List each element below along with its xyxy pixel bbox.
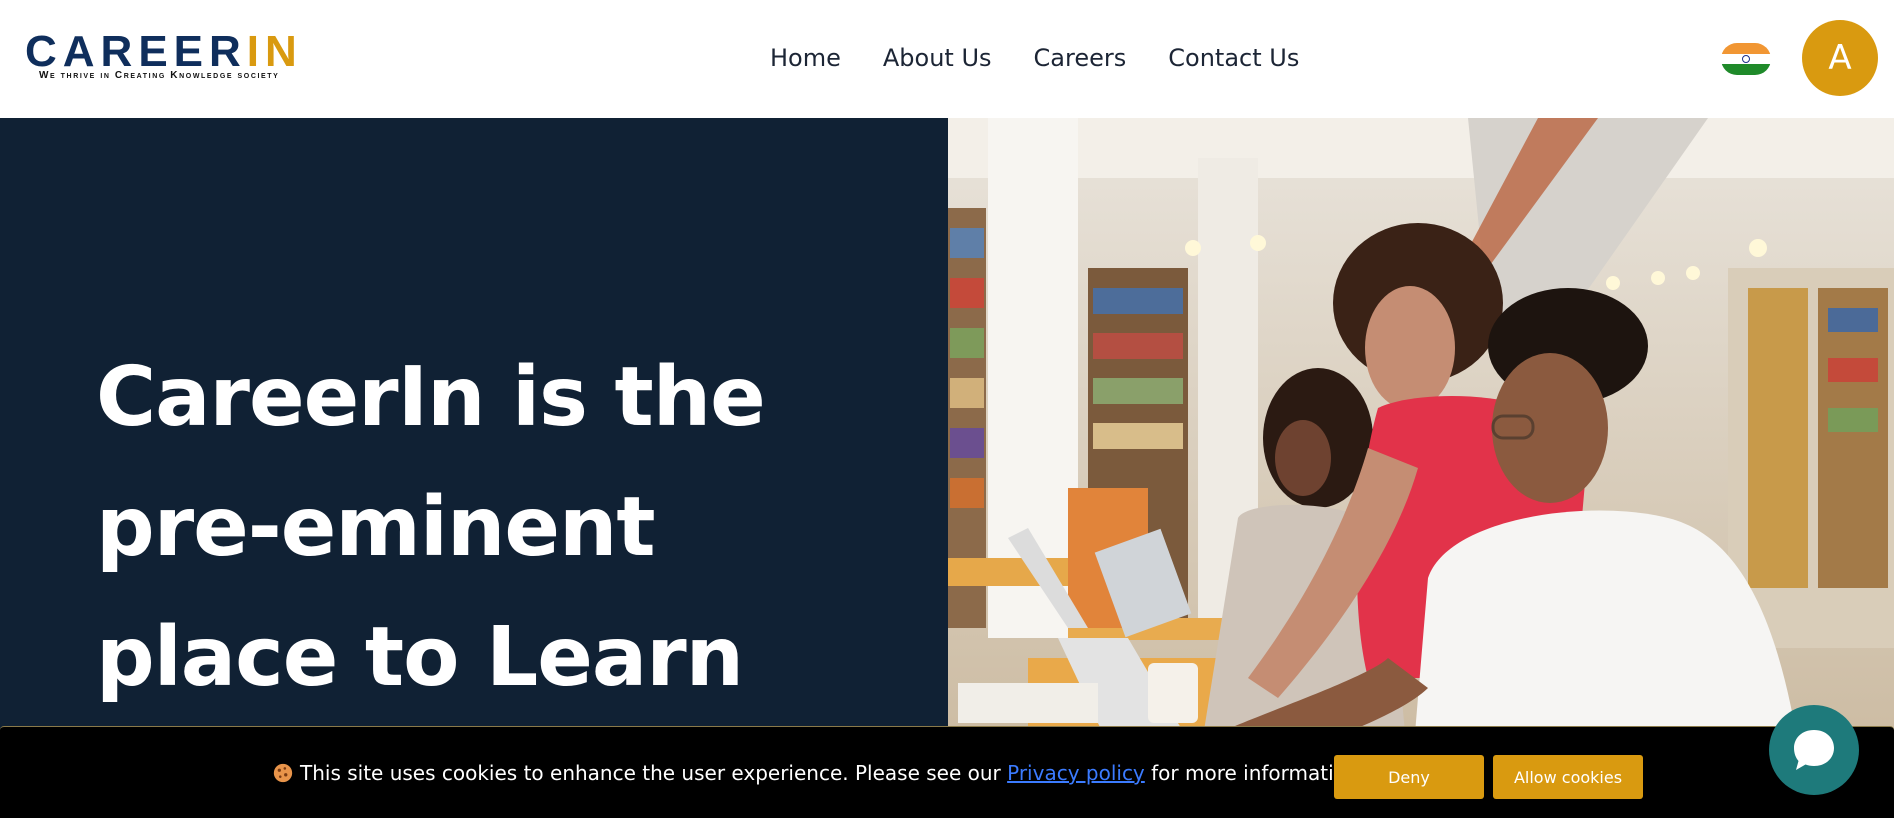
- careerin-logo[interactable]: CAREERIN We thrive in Creating Knowledge…: [25, 30, 365, 88]
- hero-panel: CareerIn is the pre-eminent place to Lea…: [0, 118, 948, 817]
- cookie-message-before: This site uses cookies to enhance the us…: [300, 761, 1001, 785]
- user-avatar[interactable]: A: [1802, 20, 1878, 96]
- nav-home[interactable]: Home: [770, 44, 841, 72]
- chat-widget-button[interactable]: [1769, 705, 1859, 795]
- nav-contact-us[interactable]: Contact Us: [1168, 44, 1299, 72]
- india-flag-icon[interactable]: [1721, 43, 1771, 75]
- cookie-message-after: for more information.: [1151, 761, 1365, 785]
- main-nav: Home About Us Careers Contact Us: [770, 44, 1299, 72]
- cookie-message: This site uses cookies to enhance the us…: [272, 761, 1365, 785]
- site-header: CAREERIN We thrive in Creating Knowledge…: [0, 0, 1894, 118]
- nav-about-us[interactable]: About Us: [883, 44, 992, 72]
- logo-wordmark: CAREERIN: [25, 27, 303, 76]
- hero-title: CareerIn is the pre-eminent place to Lea…: [96, 350, 766, 705]
- deny-cookies-button[interactable]: Deny: [1334, 755, 1484, 799]
- hero-image: [948, 118, 1894, 817]
- privacy-policy-link[interactable]: Privacy policy: [1007, 761, 1145, 785]
- cookie-icon: [273, 763, 293, 783]
- chat-bubble-icon: [1794, 730, 1834, 770]
- library-study-photo: [948, 118, 1894, 817]
- allow-cookies-button[interactable]: Allow cookies: [1493, 755, 1643, 799]
- logo-tagline: We thrive in Creating Knowledge society: [39, 70, 280, 81]
- nav-careers[interactable]: Careers: [1034, 44, 1127, 72]
